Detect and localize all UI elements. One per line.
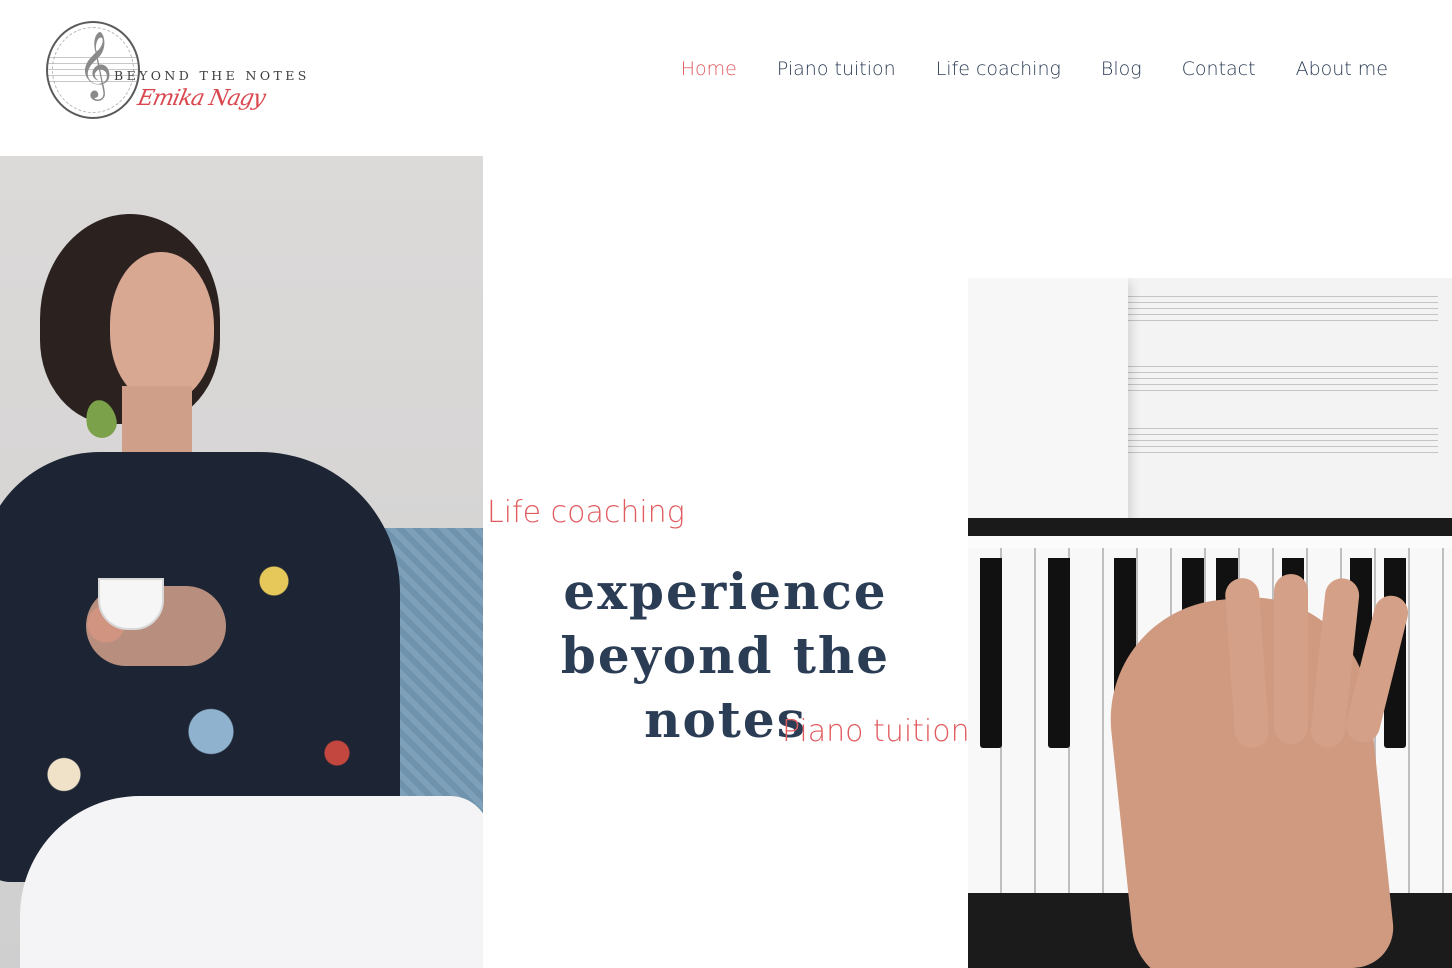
main-nav: Home Piano tuition Life coaching Blog Co… [681, 58, 1388, 80]
nav-life-coaching[interactable]: Life coaching [936, 58, 1061, 80]
hero-photo-piano [968, 278, 1452, 968]
hero-link-piano-tuition[interactable]: Piano tuition [782, 714, 970, 749]
brand-signature: Emika Nagy [135, 86, 267, 111]
site-header: 𝄞 BEYOND THE NOTES Emika Nagy Home Piano… [0, 0, 1452, 156]
nav-about-me[interactable]: About me [1296, 58, 1388, 80]
brand-name: BEYOND THE NOTES [114, 68, 310, 83]
nav-home[interactable]: Home [681, 58, 737, 80]
nav-piano-tuition[interactable]: Piano tuition [777, 58, 896, 80]
hero-link-life-coaching[interactable]: Life coaching [487, 495, 685, 530]
nav-contact[interactable]: Contact [1182, 58, 1256, 80]
site-logo[interactable]: 𝄞 BEYOND THE NOTES Emika Nagy [42, 18, 306, 124]
hero-title-line-1: experience [563, 562, 888, 621]
nav-blog[interactable]: Blog [1101, 58, 1142, 80]
hero-photo-coach [0, 156, 483, 968]
